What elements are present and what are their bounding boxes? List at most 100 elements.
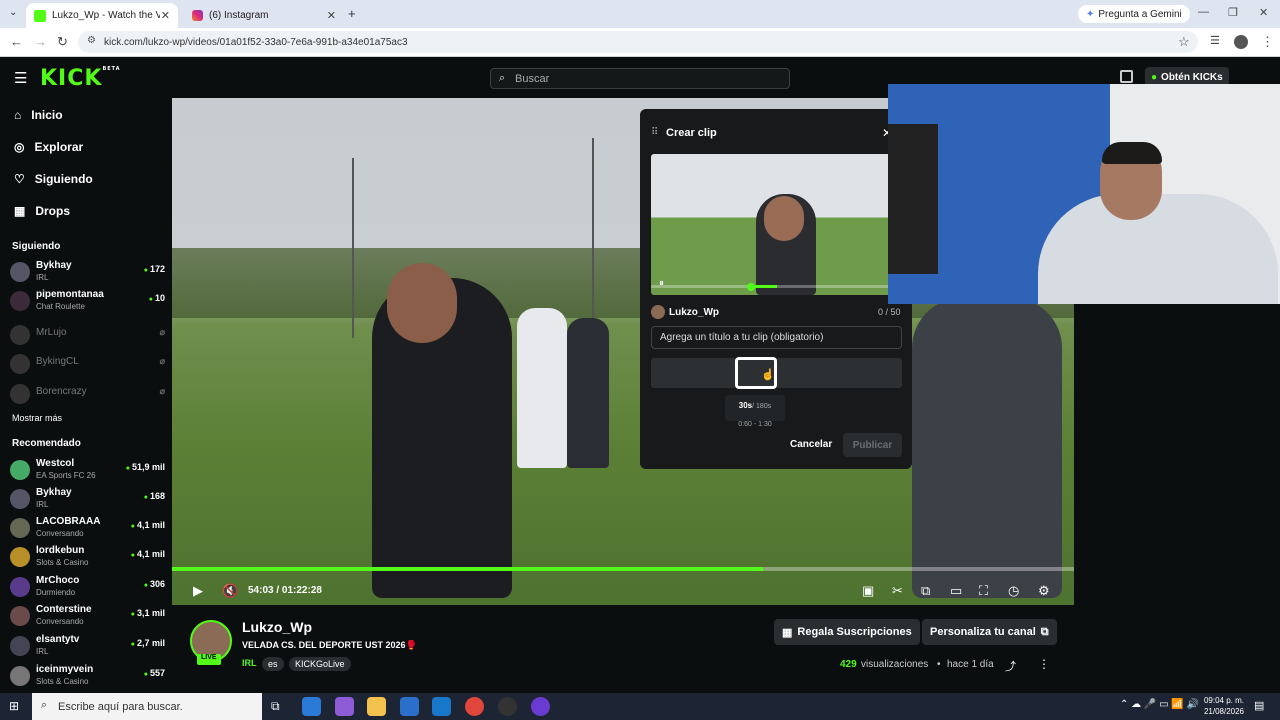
search-input[interactable]: ⌕ Buscar <box>490 68 790 89</box>
following-channel[interactable]: Borencrazy ⌀ <box>10 381 165 409</box>
channel-name: MrChoco <box>36 575 80 586</box>
recommended-channel[interactable]: Westcol EA Sports FC 26 51,9 mil <box>10 457 165 485</box>
recommended-channel[interactable]: Bykhay IRL 168 <box>10 486 165 514</box>
tab-kick-label: Lukzo_Wp - Watch the VOD <box>52 10 160 21</box>
dashboard-icon[interactable] <box>1120 70 1133 83</box>
notifications-icon[interactable]: ▤ <box>1254 699 1264 712</box>
recommended-channel[interactable]: iceinmyvein Slots & Casino 557 <box>10 663 165 691</box>
channel-name[interactable]: Lukzo_Wp <box>242 619 312 635</box>
system-tray-icons[interactable]: ⌃ ☁ 🎤 ▭ 📶 🔊 <box>1120 699 1199 710</box>
gemini-button[interactable]: ✦ Pregunta a Gemini <box>1078 5 1190 23</box>
profile-avatar[interactable] <box>1234 35 1248 49</box>
site-info-icon[interactable]: ⚙ <box>87 35 96 46</box>
category-link[interactable]: IRL <box>242 658 257 668</box>
url-field[interactable]: ⚙ kick.com/lukzo-wp/videos/01a01f52-33a0… <box>78 31 1198 53</box>
cancel-button[interactable]: Cancelar <box>790 439 832 450</box>
file-explorer-icon[interactable] <box>367 697 386 716</box>
clip-icon[interactable]: ✂ <box>892 583 903 599</box>
tag-chip[interactable]: es <box>262 657 284 671</box>
following-channel[interactable]: Bykhay IRL 172 <box>10 259 165 287</box>
copilot-icon[interactable] <box>335 697 354 716</box>
store-icon[interactable] <box>400 697 419 716</box>
clip-range: 0:60 - 1:30 <box>738 421 772 428</box>
viewer-count: 172 <box>144 264 165 274</box>
close-window-icon[interactable]: ✕ <box>1259 6 1268 19</box>
chrome-icon[interactable] <box>465 697 484 716</box>
recommended-channel[interactable]: MrChoco Durmiendo 306 <box>10 574 165 602</box>
speed-icon[interactable]: ◷ <box>1008 583 1019 599</box>
channel-category: IRL <box>36 273 49 282</box>
taskbar-search-input[interactable]: ⌕ Escribe aquí para buscar. <box>32 693 262 720</box>
following-channel[interactable]: pipemontanaa Chat Roulette 10 <box>10 288 165 316</box>
tab-menu-icon[interactable]: ⌄ <box>9 7 17 18</box>
clip-title-field[interactable]: Agrega un título a tu clip (obligatorio) <box>651 326 902 349</box>
channel-name: MrLujo <box>36 327 67 338</box>
mail-icon[interactable] <box>432 697 451 716</box>
close-tab-icon[interactable]: ✕ <box>327 9 336 22</box>
windows-start-icon[interactable]: ⊞ <box>9 699 19 713</box>
tab-instagram[interactable]: (6) Instagram ✕ <box>184 3 344 28</box>
viewer-count: 4,1 mil <box>131 520 165 530</box>
forward-icon[interactable]: → <box>34 34 47 49</box>
avatar <box>10 325 30 345</box>
gift-subs-button[interactable]: ▦ Regala Suscripciones <box>774 619 920 645</box>
avatar <box>10 489 30 509</box>
bookmark-star-icon[interactable]: ☆ <box>1178 34 1190 50</box>
avatar <box>10 291 30 311</box>
recommended-channel[interactable]: Conterstine Conversando 3,1 mil <box>10 603 165 631</box>
sidebar-item-drops[interactable]: ▦ Drops <box>14 204 70 218</box>
settings-gear-icon[interactable]: ⚙ <box>1038 583 1050 599</box>
video-progress-bar[interactable] <box>172 567 1074 571</box>
menu-icon[interactable]: ☰ <box>14 69 27 87</box>
tag-chip[interactable]: KICKGoLive <box>289 657 351 671</box>
pause-icon[interactable]: ⏸ <box>659 278 664 289</box>
following-channel[interactable]: MrLujo ⌀ <box>10 322 165 350</box>
share-icon[interactable]: ⤴ <box>1005 658 1016 674</box>
picture-in-picture-icon[interactable]: ▣ <box>862 583 874 599</box>
new-tab-icon[interactable]: + <box>348 6 356 21</box>
browser-menu-icon[interactable]: ⋮ <box>1261 34 1274 50</box>
channel-category: IRL <box>36 647 49 656</box>
close-tab-icon[interactable]: ✕ <box>161 9 170 22</box>
tab-kick[interactable]: Lukzo_Wp - Watch the VOD ✕ <box>26 3 178 28</box>
kick-logo[interactable]: KICKBETA <box>40 66 121 91</box>
progress-fill <box>172 567 763 571</box>
search-icon: ⌕ <box>499 72 506 84</box>
obs-icon[interactable] <box>498 697 517 716</box>
theater-mode-icon[interactable]: ▭ <box>950 583 962 599</box>
minimize-icon[interactable]: — <box>1198 6 1209 18</box>
sidebar-item-siguiendo[interactable]: ♡ Siguiendo <box>14 172 93 186</box>
clip-timeline[interactable]: ☝ <box>651 357 902 389</box>
recommended-channel[interactable]: LACOBRAAA Conversando 4,1 mil <box>10 515 165 543</box>
channel-category: EA Sports FC 26 <box>36 471 96 480</box>
play-icon[interactable]: ▶ <box>193 583 203 599</box>
reload-icon[interactable]: ↻ <box>57 34 68 50</box>
gift-icon: ▦ <box>782 626 793 639</box>
edge-icon[interactable] <box>302 697 321 716</box>
volume-muted-icon[interactable]: 🔇 <box>222 583 238 599</box>
customize-channel-button[interactable]: Personaliza tu canal ⧉ <box>922 619 1057 645</box>
channel-name: pipemontanaa <box>36 289 104 300</box>
publish-button[interactable]: Publicar <box>843 433 902 457</box>
drag-handle-icon[interactable]: ⠿ <box>651 127 658 138</box>
url-text: kick.com/lukzo-wp/videos/01a01f52-33a0-7… <box>104 36 408 48</box>
sidebar-item-inicio[interactable]: ⌂ Inicio <box>14 108 63 122</box>
task-view-icon[interactable]: ⧉ <box>271 699 280 714</box>
restore-icon[interactable]: ❐ <box>1228 6 1238 19</box>
following-channel[interactable]: BykingCL ⌀ <box>10 351 165 379</box>
recommended-channel[interactable]: lordkebun Slots & Casino 4,1 mil <box>10 544 165 572</box>
avatar <box>10 262 30 282</box>
recommended-channel[interactable]: elsantytv IRL 2,7 mil <box>10 633 165 661</box>
mini-player-icon[interactable]: ⧉ <box>921 583 930 599</box>
show-more-link[interactable]: Mostrar más <box>12 413 62 423</box>
channel-name: iceinmyvein <box>36 664 94 675</box>
app-icon[interactable] <box>531 697 550 716</box>
sidebar-item-explorar[interactable]: ◎ Explorar <box>14 140 83 154</box>
back-icon[interactable]: ← <box>10 34 23 49</box>
publish-label: Publicar <box>852 439 893 451</box>
clip-preview[interactable]: ⏸ <box>651 154 891 295</box>
more-options-icon[interactable]: ⋮ <box>1038 657 1050 671</box>
viewer-count: 10 <box>149 293 165 303</box>
extensions-icon[interactable]: ☰ <box>1210 34 1220 47</box>
fullscreen-icon[interactable]: ⛶ <box>979 583 988 599</box>
